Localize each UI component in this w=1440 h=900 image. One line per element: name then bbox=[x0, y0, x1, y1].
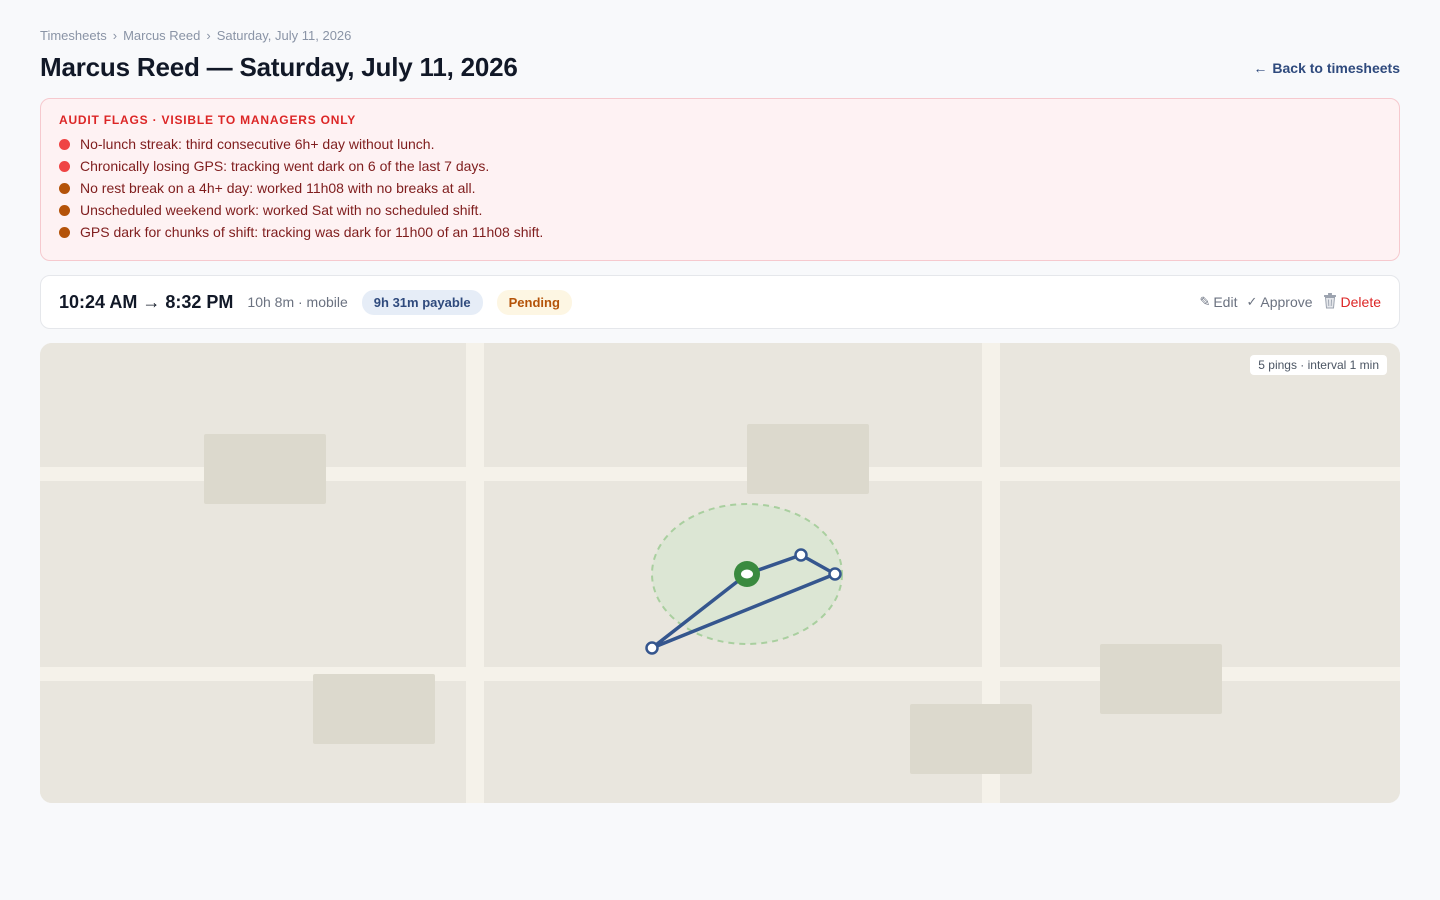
flag-dot-icon bbox=[59, 226, 70, 238]
audit-flags-heading: AUDIT FLAGS · VISIBLE TO MANAGERS ONLY bbox=[59, 113, 357, 127]
map-building bbox=[747, 424, 869, 494]
pencil-icon: ✎ bbox=[1199, 294, 1211, 309]
edit-label: Edit bbox=[1213, 294, 1238, 310]
map-building bbox=[204, 434, 326, 504]
trash-icon bbox=[1322, 292, 1338, 312]
delete-label: Delete bbox=[1340, 294, 1381, 310]
map-building bbox=[1100, 644, 1222, 714]
breadcrumb: Timesheets › Marcus Reed › Saturday, Jul… bbox=[40, 28, 351, 43]
back-link-label: Back to timesheets bbox=[1272, 60, 1400, 76]
map-canvas[interactable] bbox=[40, 343, 1400, 803]
arrow-left-icon: ← bbox=[1253, 60, 1268, 76]
audit-flag-text: No-lunch streak: third consecutive 6h+ d… bbox=[80, 136, 435, 152]
map-building bbox=[910, 704, 1032, 774]
breadcrumb-timesheets[interactable]: Timesheets bbox=[40, 28, 107, 43]
audit-flag-text: No rest break on a 4h+ day: worked 11h08… bbox=[80, 180, 476, 196]
back-to-timesheets-link[interactable]: ← Back to timesheets bbox=[1253, 60, 1400, 76]
anchor-pin-center bbox=[741, 569, 753, 579]
approve-label: Approve bbox=[1260, 294, 1313, 310]
breadcrumb-separator: › bbox=[112, 28, 118, 43]
gps-ping-marker[interactable] bbox=[794, 548, 808, 562]
shift-row: 10:24 AM → 8:32 PM 10h 8m · mobile 9h 31… bbox=[40, 275, 1400, 329]
flag-dot-icon bbox=[59, 138, 70, 150]
gps-map[interactable]: 5 pings · interval 1 min bbox=[40, 343, 1400, 803]
audit-flag: Chronically losing GPS: tracking went da… bbox=[59, 155, 1381, 177]
map-building bbox=[313, 674, 435, 744]
audit-flag: No-lunch streak: third consecutive 6h+ d… bbox=[59, 133, 1381, 155]
breadcrumb-date: Saturday, July 11, 2026 bbox=[216, 28, 352, 43]
audit-flag-text: GPS dark for chunks of shift: tracking w… bbox=[80, 224, 544, 240]
edit-button[interactable]: ✎ Edit bbox=[1199, 294, 1237, 310]
page-title: Marcus Reed — Saturday, July 11, 2026 bbox=[40, 52, 518, 82]
shift-actions: ✎ Edit ✓ Approve Delete bbox=[1199, 292, 1381, 312]
shift-time-range: 10:24 AM → 8:32 PM bbox=[59, 291, 234, 312]
flag-dot-icon bbox=[59, 182, 70, 194]
flag-dot-icon bbox=[59, 204, 70, 216]
audit-flag: No rest break on a 4h+ day: worked 11h08… bbox=[59, 177, 1381, 199]
delete-button[interactable]: Delete bbox=[1322, 292, 1381, 312]
map-pings-badge: 5 pings · interval 1 min bbox=[1250, 355, 1387, 375]
audit-flag-text: Chronically losing GPS: tracking went da… bbox=[80, 158, 490, 174]
audit-flag-text: Unscheduled weekend work: worked Sat wit… bbox=[80, 202, 483, 218]
flag-dot-icon bbox=[59, 160, 70, 172]
audit-flag: Unscheduled weekend work: worked Sat wit… bbox=[59, 199, 1381, 221]
approve-button[interactable]: ✓ Approve bbox=[1246, 294, 1312, 310]
status-badge: Pending bbox=[496, 289, 572, 315]
audit-flags-panel: AUDIT FLAGS · VISIBLE TO MANAGERS ONLY N… bbox=[40, 98, 1400, 261]
payable-badge: 9h 31m payable bbox=[361, 289, 483, 315]
gps-ping-marker[interactable] bbox=[645, 641, 659, 655]
breadcrumb-employee[interactable]: Marcus Reed bbox=[123, 28, 200, 43]
audit-flag: GPS dark for chunks of shift: tracking w… bbox=[59, 221, 1381, 243]
map-road bbox=[466, 343, 484, 803]
shift-meta: 10h 8m · mobile bbox=[247, 294, 348, 310]
gps-ping-marker[interactable] bbox=[828, 567, 842, 581]
check-icon: ✓ bbox=[1246, 294, 1258, 309]
breadcrumb-separator: › bbox=[206, 28, 211, 43]
